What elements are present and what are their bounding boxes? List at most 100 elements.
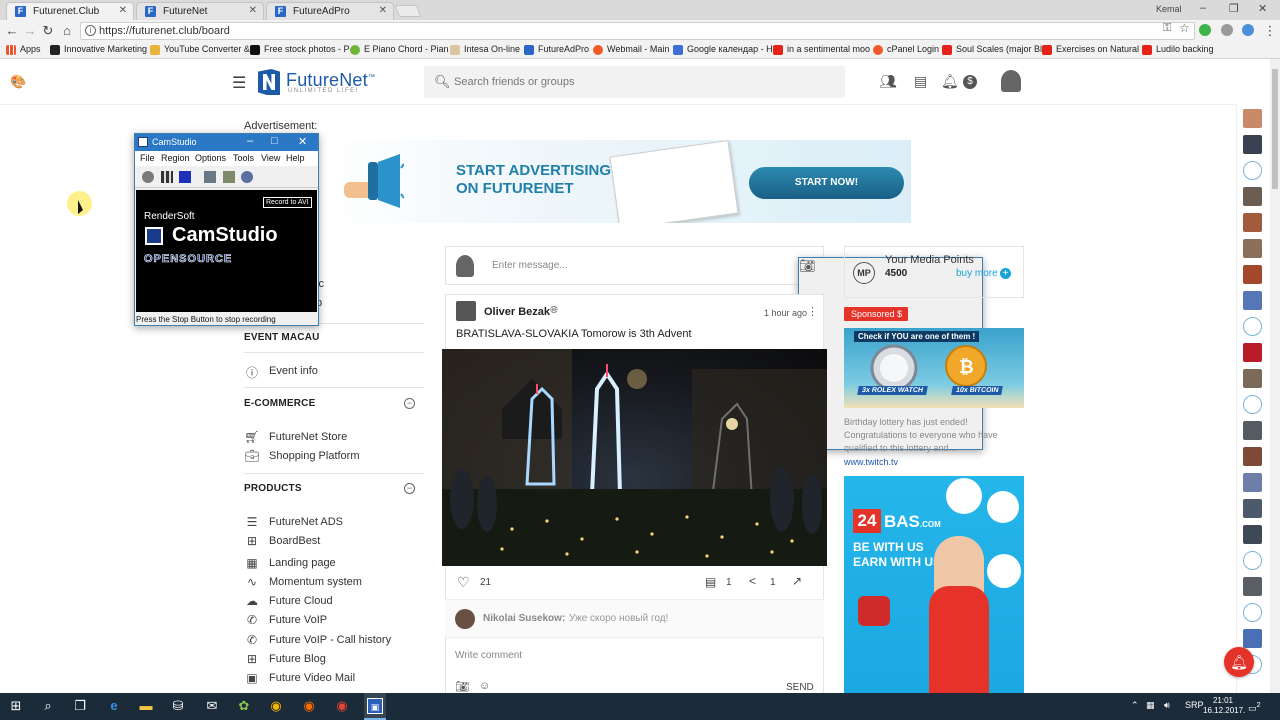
default-avatar-icon[interactable] bbox=[1243, 551, 1262, 570]
friend-avatar[interactable] bbox=[1243, 291, 1262, 310]
bookmark-exercises[interactable]: Exercises on Natural bbox=[1042, 44, 1139, 55]
bookmark-soul-scales[interactable]: Soul Scales (major Bl bbox=[942, 44, 1042, 55]
bookmark-futureadpro[interactable]: FutureAdPro bbox=[524, 44, 589, 55]
star-icon[interactable]: ☆ bbox=[1179, 21, 1191, 35]
message-input[interactable]: Enter message... bbox=[492, 260, 568, 271]
restore-icon[interactable]: ❐ bbox=[1229, 2, 1239, 15]
default-avatar-icon[interactable] bbox=[1243, 161, 1262, 180]
extension-gray-icon[interactable] bbox=[1221, 24, 1233, 36]
friend-avatar[interactable] bbox=[1243, 239, 1262, 258]
friend-avatar[interactable] bbox=[1243, 577, 1262, 596]
friend-avatar[interactable] bbox=[1243, 499, 1262, 518]
bookmark-cpanel[interactable]: cPanel Login bbox=[873, 44, 939, 55]
close-icon[interactable]: ✕ bbox=[249, 5, 257, 16]
sidebar-item-event-info[interactable]: ⓘ Event info bbox=[244, 365, 318, 381]
sponsored-ad-24bas[interactable]: 24 BAS.COM BE WITH US EARN WITH US bbox=[844, 476, 1024, 693]
friend-avatar[interactable] bbox=[1243, 421, 1262, 440]
chrome-profile-icon[interactable]: ◉ bbox=[334, 698, 350, 714]
page-scrollbar[interactable] bbox=[1270, 59, 1280, 693]
new-tab-button[interactable] bbox=[394, 5, 422, 17]
friend-avatar[interactable] bbox=[1243, 135, 1262, 154]
close-icon[interactable]: ✕ bbox=[298, 135, 307, 148]
minimize-icon[interactable]: – bbox=[247, 135, 253, 147]
notification-bell-button[interactable]: 🔔︎ bbox=[1224, 647, 1254, 677]
share-icon[interactable]: < bbox=[749, 574, 756, 588]
menu-options[interactable]: Options bbox=[195, 153, 226, 163]
open-external-icon[interactable]: ↗ bbox=[792, 574, 802, 588]
sidebar-item-future-cloud[interactable]: ☁︎ Future Cloud bbox=[244, 594, 333, 611]
camstudio-titlebar[interactable]: CamStudio – □ ✕ bbox=[135, 134, 318, 151]
record-to-avi-label[interactable]: Record to AVI bbox=[263, 197, 312, 208]
default-avatar-icon[interactable] bbox=[1243, 603, 1262, 622]
friend-avatar[interactable] bbox=[1243, 343, 1262, 362]
default-avatar-icon[interactable] bbox=[1243, 395, 1262, 414]
task-view-icon[interactable]: ❐ bbox=[72, 698, 88, 714]
windows-start-icon[interactable]: ⊞ bbox=[8, 698, 24, 714]
user-avatar[interactable] bbox=[1001, 70, 1021, 92]
stop-button-icon[interactable] bbox=[179, 171, 191, 183]
key-icon[interactable]: ⚿ bbox=[1163, 22, 1175, 34]
messages-icon[interactable]: ▤ bbox=[914, 73, 927, 90]
forward-icon[interactable]: → bbox=[22, 23, 38, 38]
menu-help[interactable]: Help bbox=[286, 153, 305, 163]
browser-menu-icon[interactable]: ⋮ bbox=[1262, 23, 1278, 39]
futurenet-logo[interactable]: FutureNet™ UNLIMITED LIFE! bbox=[258, 69, 375, 95]
plus-icon[interactable]: + bbox=[1000, 268, 1011, 279]
tab-futurenet[interactable]: F FutureNet ✕ bbox=[136, 2, 264, 20]
close-icon[interactable]: ✕ bbox=[379, 5, 387, 16]
sidebar-item-future-video-mail[interactable]: ▣ Future Video Mail bbox=[244, 671, 355, 688]
sidebar-item-future-blog[interactable]: ⊞ Future Blog bbox=[244, 652, 326, 669]
menu-tools[interactable]: Tools bbox=[233, 153, 254, 163]
sponsored-link[interactable]: www.twitch.tv bbox=[844, 457, 898, 467]
post-photo[interactable] bbox=[442, 349, 827, 566]
send-button[interactable]: SEND bbox=[786, 682, 814, 693]
minimize-icon[interactable]: – bbox=[1200, 2, 1206, 14]
hamburger-menu-icon[interactable]: ☰ bbox=[232, 73, 246, 93]
chrome-icon[interactable]: ◉ bbox=[268, 698, 284, 714]
friend-avatar[interactable] bbox=[1243, 525, 1262, 544]
extension-blue-icon[interactable] bbox=[1242, 24, 1254, 36]
bookmark-innovative-marketing[interactable]: Innovative Marketing bbox=[50, 44, 147, 55]
sidebar-item-future-voip[interactable]: ✆ Future VoIP bbox=[244, 613, 327, 630]
record-button-icon[interactable] bbox=[142, 171, 154, 183]
sidebar-item-momentum-system[interactable]: ∿ Momentum system bbox=[244, 575, 362, 592]
bookmark-google-calendar[interactable]: Google календар - H bbox=[673, 44, 773, 55]
edge-icon[interactable]: e bbox=[106, 698, 122, 714]
extension-green-icon[interactable] bbox=[1199, 24, 1211, 36]
friend-avatar[interactable] bbox=[1243, 213, 1262, 232]
camera-icon[interactable]: 📷︎ bbox=[455, 680, 469, 693]
back-icon[interactable]: ← bbox=[4, 23, 20, 38]
post-author[interactable]: Oliver Bezak bbox=[484, 306, 550, 318]
bookmark-free-stock-photos[interactable]: Free stock photos - P bbox=[250, 44, 350, 55]
bookmark-sentimental-mood[interactable]: in a sentimental moo bbox=[773, 44, 870, 55]
menu-file[interactable]: File bbox=[140, 153, 155, 163]
search-icon[interactable]: ⌕ bbox=[40, 698, 56, 714]
friend-avatar[interactable] bbox=[1243, 369, 1262, 388]
bookmark-youtube-converter[interactable]: YouTube Converter & bbox=[150, 44, 250, 55]
sponsored-ad-rolex-bitcoin[interactable]: Check if YOU are one of them ! ₿ 3x ROLE… bbox=[844, 328, 1024, 408]
friend-avatar[interactable] bbox=[1243, 187, 1262, 206]
post-menu-icon[interactable]: ⋮ bbox=[807, 305, 818, 318]
bookmark-ludilo[interactable]: Ludilo backing bbox=[1142, 44, 1214, 55]
menu-view[interactable]: View bbox=[261, 153, 280, 163]
maximize-icon[interactable]: □ bbox=[271, 135, 278, 147]
firefox-icon[interactable]: ◉ bbox=[301, 698, 317, 714]
friend-avatar[interactable] bbox=[1243, 265, 1262, 284]
commenter-name[interactable]: Nikolai Susekow: bbox=[483, 613, 565, 624]
close-window-icon[interactable]: ✕ bbox=[1258, 2, 1267, 15]
action-center-icon[interactable]: ▭2 bbox=[1248, 700, 1261, 714]
site-info-icon[interactable]: i bbox=[85, 25, 96, 36]
region-tool-icon[interactable] bbox=[204, 171, 216, 183]
sidebar-item-landing-page[interactable]: ▦ Landing page bbox=[244, 556, 335, 573]
emoji-icon[interactable]: ☺ bbox=[479, 680, 490, 692]
app-icon[interactable]: ✿ bbox=[236, 698, 252, 714]
taskbar-clock[interactable]: 21:01 16.12.2017. bbox=[1203, 696, 1245, 716]
scrollbar-thumb[interactable] bbox=[1272, 69, 1278, 189]
volume-icon[interactable]: 🔊︎ bbox=[1164, 700, 1170, 711]
buy-more-link[interactable]: buy more bbox=[956, 268, 998, 279]
web-tool-icon[interactable] bbox=[241, 171, 253, 183]
sidebar-item-boardbest[interactable]: ⊞ BoardBest bbox=[244, 534, 320, 551]
annotation-tool-icon[interactable] bbox=[223, 171, 235, 183]
pause-button-icon[interactable] bbox=[161, 171, 173, 183]
sidebar-item-futurenet-store[interactable]: 🛒︎ FutureNet Store bbox=[244, 430, 347, 447]
